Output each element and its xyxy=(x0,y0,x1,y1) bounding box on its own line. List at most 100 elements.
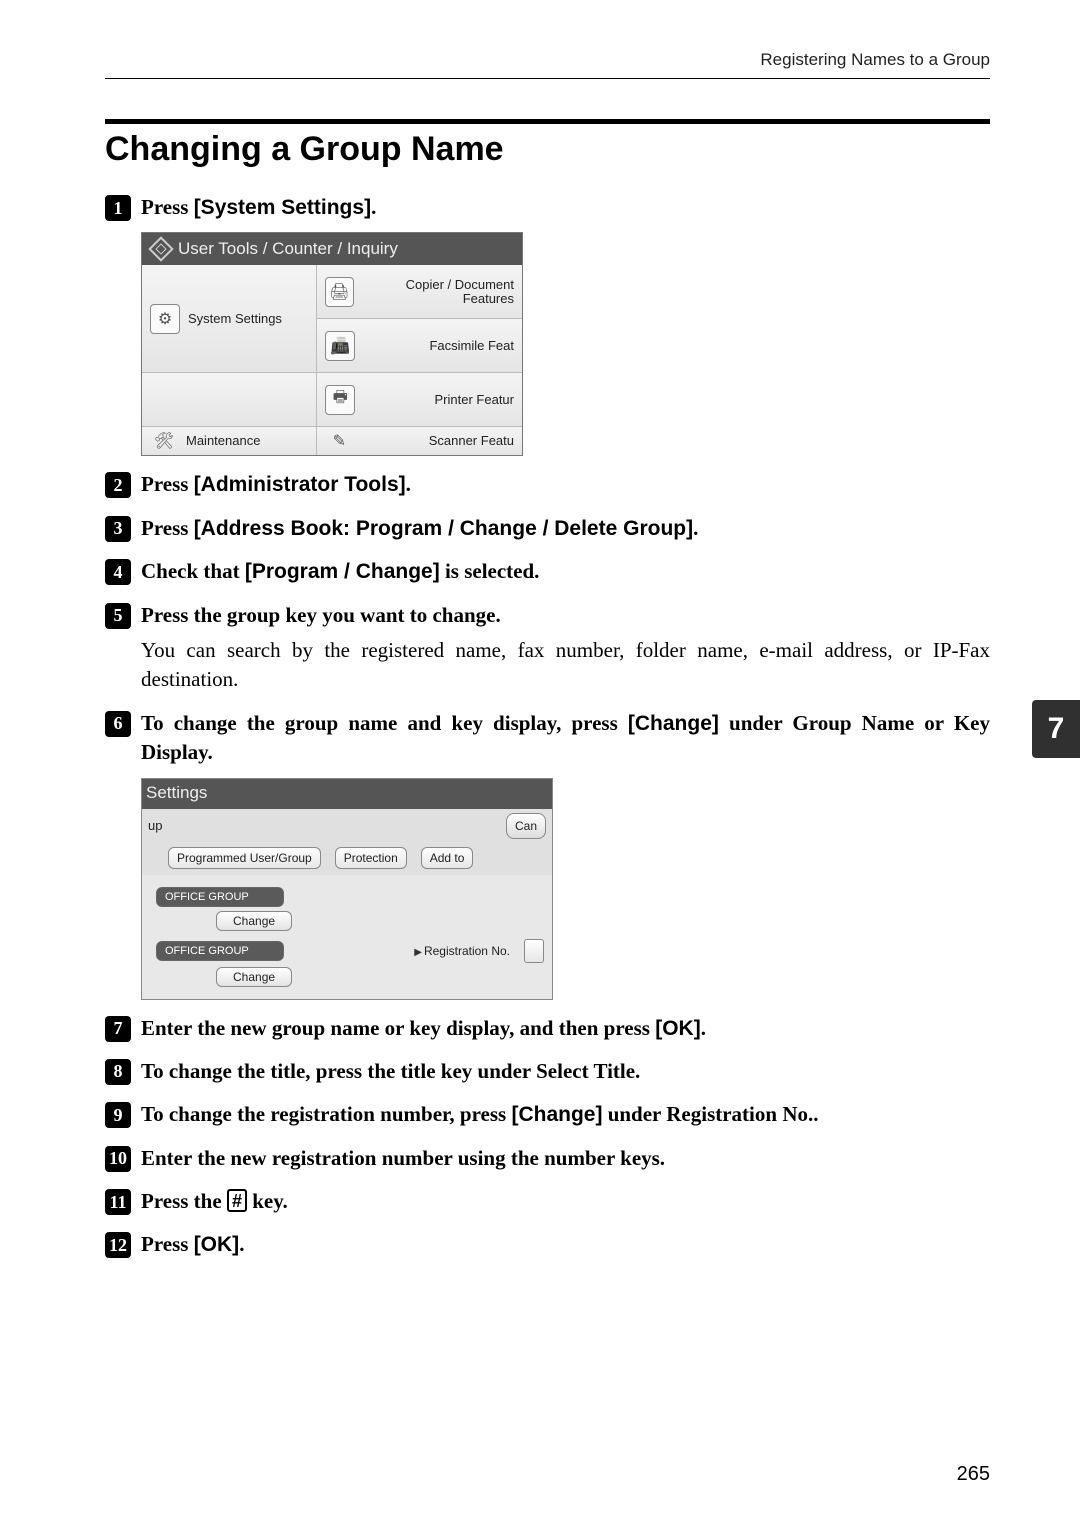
maintenance-button[interactable]: 🛠 Maintenance xyxy=(142,427,316,455)
up-label: up xyxy=(148,818,162,833)
scanner-features-button[interactable]: ✎ Scanner Featu xyxy=(317,427,522,455)
section-rule xyxy=(105,119,990,124)
step-7-ui: [OK] xyxy=(655,1017,701,1040)
step-7-text: Enter the new group name or key display,… xyxy=(141,1014,706,1043)
settings-tabs: Programmed User/Group Protection Add to xyxy=(142,843,552,875)
key-display-change-row: Change xyxy=(156,967,544,987)
user-tools-left-spacer xyxy=(142,373,316,427)
cancel-button[interactable]: Can xyxy=(506,813,546,839)
step-badge-12: 12 xyxy=(105,1232,131,1258)
group-name-field[interactable]: OFFICE GROUP xyxy=(156,887,284,907)
tab-programmed-user[interactable]: Programmed User/Group xyxy=(168,847,321,869)
step-badge-7: 7 xyxy=(105,1016,131,1042)
hash-key-icon: # xyxy=(227,1189,247,1212)
user-tools-header: User Tools / Counter / Inquiry xyxy=(142,233,522,265)
step-10: 10 Enter the new registration number usi… xyxy=(105,1144,990,1173)
chapter-tab: 7 xyxy=(1032,700,1080,758)
step-2-post: . xyxy=(406,472,411,496)
settings-header: Settings xyxy=(142,779,552,809)
fax-label: Facsimile Feat xyxy=(429,339,514,353)
step-9-text: To change the registration number, press… xyxy=(141,1100,818,1129)
step-12-ui: [OK] xyxy=(194,1233,240,1256)
step-2-pre: Press xyxy=(141,472,194,496)
group-name-row: OFFICE GROUP xyxy=(156,887,544,907)
step-11-text: Press the # key. xyxy=(141,1187,288,1216)
maintenance-label: Maintenance xyxy=(186,434,260,448)
step-12: 12 Press [OK]. xyxy=(105,1230,990,1259)
step-9: 9 To change the registration number, pre… xyxy=(105,1100,990,1129)
step-6-text: To change the group name and key display… xyxy=(141,709,990,768)
user-tools-right: 🖨 Copier / Document Features 📠 Facsimile… xyxy=(317,265,522,455)
diamond-icon xyxy=(148,237,173,262)
step-2-text: Press [Administrator Tools]. xyxy=(141,470,411,499)
step-11-pre: Press the xyxy=(141,1189,227,1213)
step-8: 8 To change the title, press the title k… xyxy=(105,1057,990,1086)
gear-icon: ⚙ xyxy=(150,304,180,334)
section-title: Changing a Group Name xyxy=(105,130,990,169)
step-10-text: Enter the new registration number using … xyxy=(141,1144,665,1173)
tab-protection[interactable]: Protection xyxy=(335,847,407,869)
user-tools-body: ⚙ System Settings 🛠 Maintenance 🖨 Copier… xyxy=(142,265,522,455)
step-badge-10: 10 xyxy=(105,1146,131,1172)
step-3-text: Press [Address Book: Program / Change / … xyxy=(141,514,698,543)
change-key-display-button[interactable]: Change xyxy=(216,967,292,987)
step-2-ui: [Administrator Tools] xyxy=(194,473,406,496)
step-9-post: under Registration No.. xyxy=(602,1102,818,1126)
step-12-post: . xyxy=(239,1232,244,1256)
change-group-name-button[interactable]: Change xyxy=(216,911,292,931)
step-badge-3: 3 xyxy=(105,516,131,542)
system-settings-label: System Settings xyxy=(188,312,282,326)
user-tools-header-text: User Tools / Counter / Inquiry xyxy=(178,239,398,259)
step-6-pre: To change the group name and key display… xyxy=(141,711,628,735)
step-7: 7 Enter the new group name or key displa… xyxy=(105,1014,990,1043)
scanner-label: Scanner Featu xyxy=(429,434,514,448)
step-7-pre: Enter the new group name or key display,… xyxy=(141,1016,655,1040)
step-1-text: Press [System Settings]. xyxy=(141,193,376,222)
wrench-icon: 🛠 xyxy=(150,427,178,455)
fax-features-button[interactable]: 📠 Facsimile Feat xyxy=(317,319,522,373)
step-4-ui: [Program / Change] xyxy=(245,560,440,583)
registration-no-box[interactable] xyxy=(524,939,544,963)
step-6: 6 To change the group name and key displ… xyxy=(105,709,990,768)
step-4-pre: Check that xyxy=(141,559,245,583)
settings-toolbar: up Can xyxy=(142,809,552,843)
step-5-text: Press the group key you want to change. xyxy=(141,601,501,630)
key-display-row: OFFICE GROUP ▶Registration No. xyxy=(156,939,544,963)
tab-add-to[interactable]: Add to xyxy=(421,847,474,869)
printer-label: Printer Featur xyxy=(435,393,514,407)
printer-features-button[interactable]: 🖶 Printer Featur xyxy=(317,373,522,427)
copier-features-button[interactable]: 🖨 Copier / Document Features xyxy=(317,265,522,319)
key-display-field[interactable]: OFFICE GROUP xyxy=(156,941,284,961)
scanner-icon: ✎ xyxy=(325,427,353,455)
step-3-post: . xyxy=(693,516,698,540)
group-name-change-row: Change xyxy=(156,911,544,931)
step-7-post: . xyxy=(701,1016,706,1040)
step-badge-4: 4 xyxy=(105,559,131,585)
step-6-ui: [Change] xyxy=(628,712,719,735)
system-settings-button[interactable]: ⚙ System Settings xyxy=(142,265,316,373)
user-tools-left: ⚙ System Settings 🛠 Maintenance xyxy=(142,265,317,455)
copier-icon: 🖨 xyxy=(325,277,353,307)
step-badge-8: 8 xyxy=(105,1059,131,1085)
step-4-post: is selected. xyxy=(440,559,540,583)
step-badge-6: 6 xyxy=(105,711,131,737)
step-badge-1: 1 xyxy=(105,195,131,221)
step-9-ui: [Change] xyxy=(511,1103,602,1126)
copier-label: Copier / Document Features xyxy=(362,278,515,307)
step-12-text: Press [OK]. xyxy=(141,1230,244,1259)
step-1-ui: [System Settings] xyxy=(194,196,371,219)
step-4-text: Check that [Program / Change] is selecte… xyxy=(141,557,539,586)
step-3: 3 Press [Address Book: Program / Change … xyxy=(105,514,990,543)
step-3-pre: Press xyxy=(141,516,194,540)
step-8-text: To change the title, press the title key… xyxy=(141,1057,640,1086)
step-4: 4 Check that [Program / Change] is selec… xyxy=(105,557,990,586)
step-badge-5: 5 xyxy=(105,603,131,629)
step-3-ui: [Address Book: Program / Change / Delete… xyxy=(194,517,693,540)
step-1: 1 Press [System Settings]. xyxy=(105,193,990,222)
step-badge-2: 2 xyxy=(105,472,131,498)
step-2: 2 Press [Administrator Tools]. xyxy=(105,470,990,499)
step-12-pre: Press xyxy=(141,1232,194,1256)
registration-no-text: Registration No. xyxy=(424,944,510,958)
step-5: 5 Press the group key you want to change… xyxy=(105,601,990,630)
screenshot-settings: Settings up Can Programmed User/Group Pr… xyxy=(141,778,553,1000)
